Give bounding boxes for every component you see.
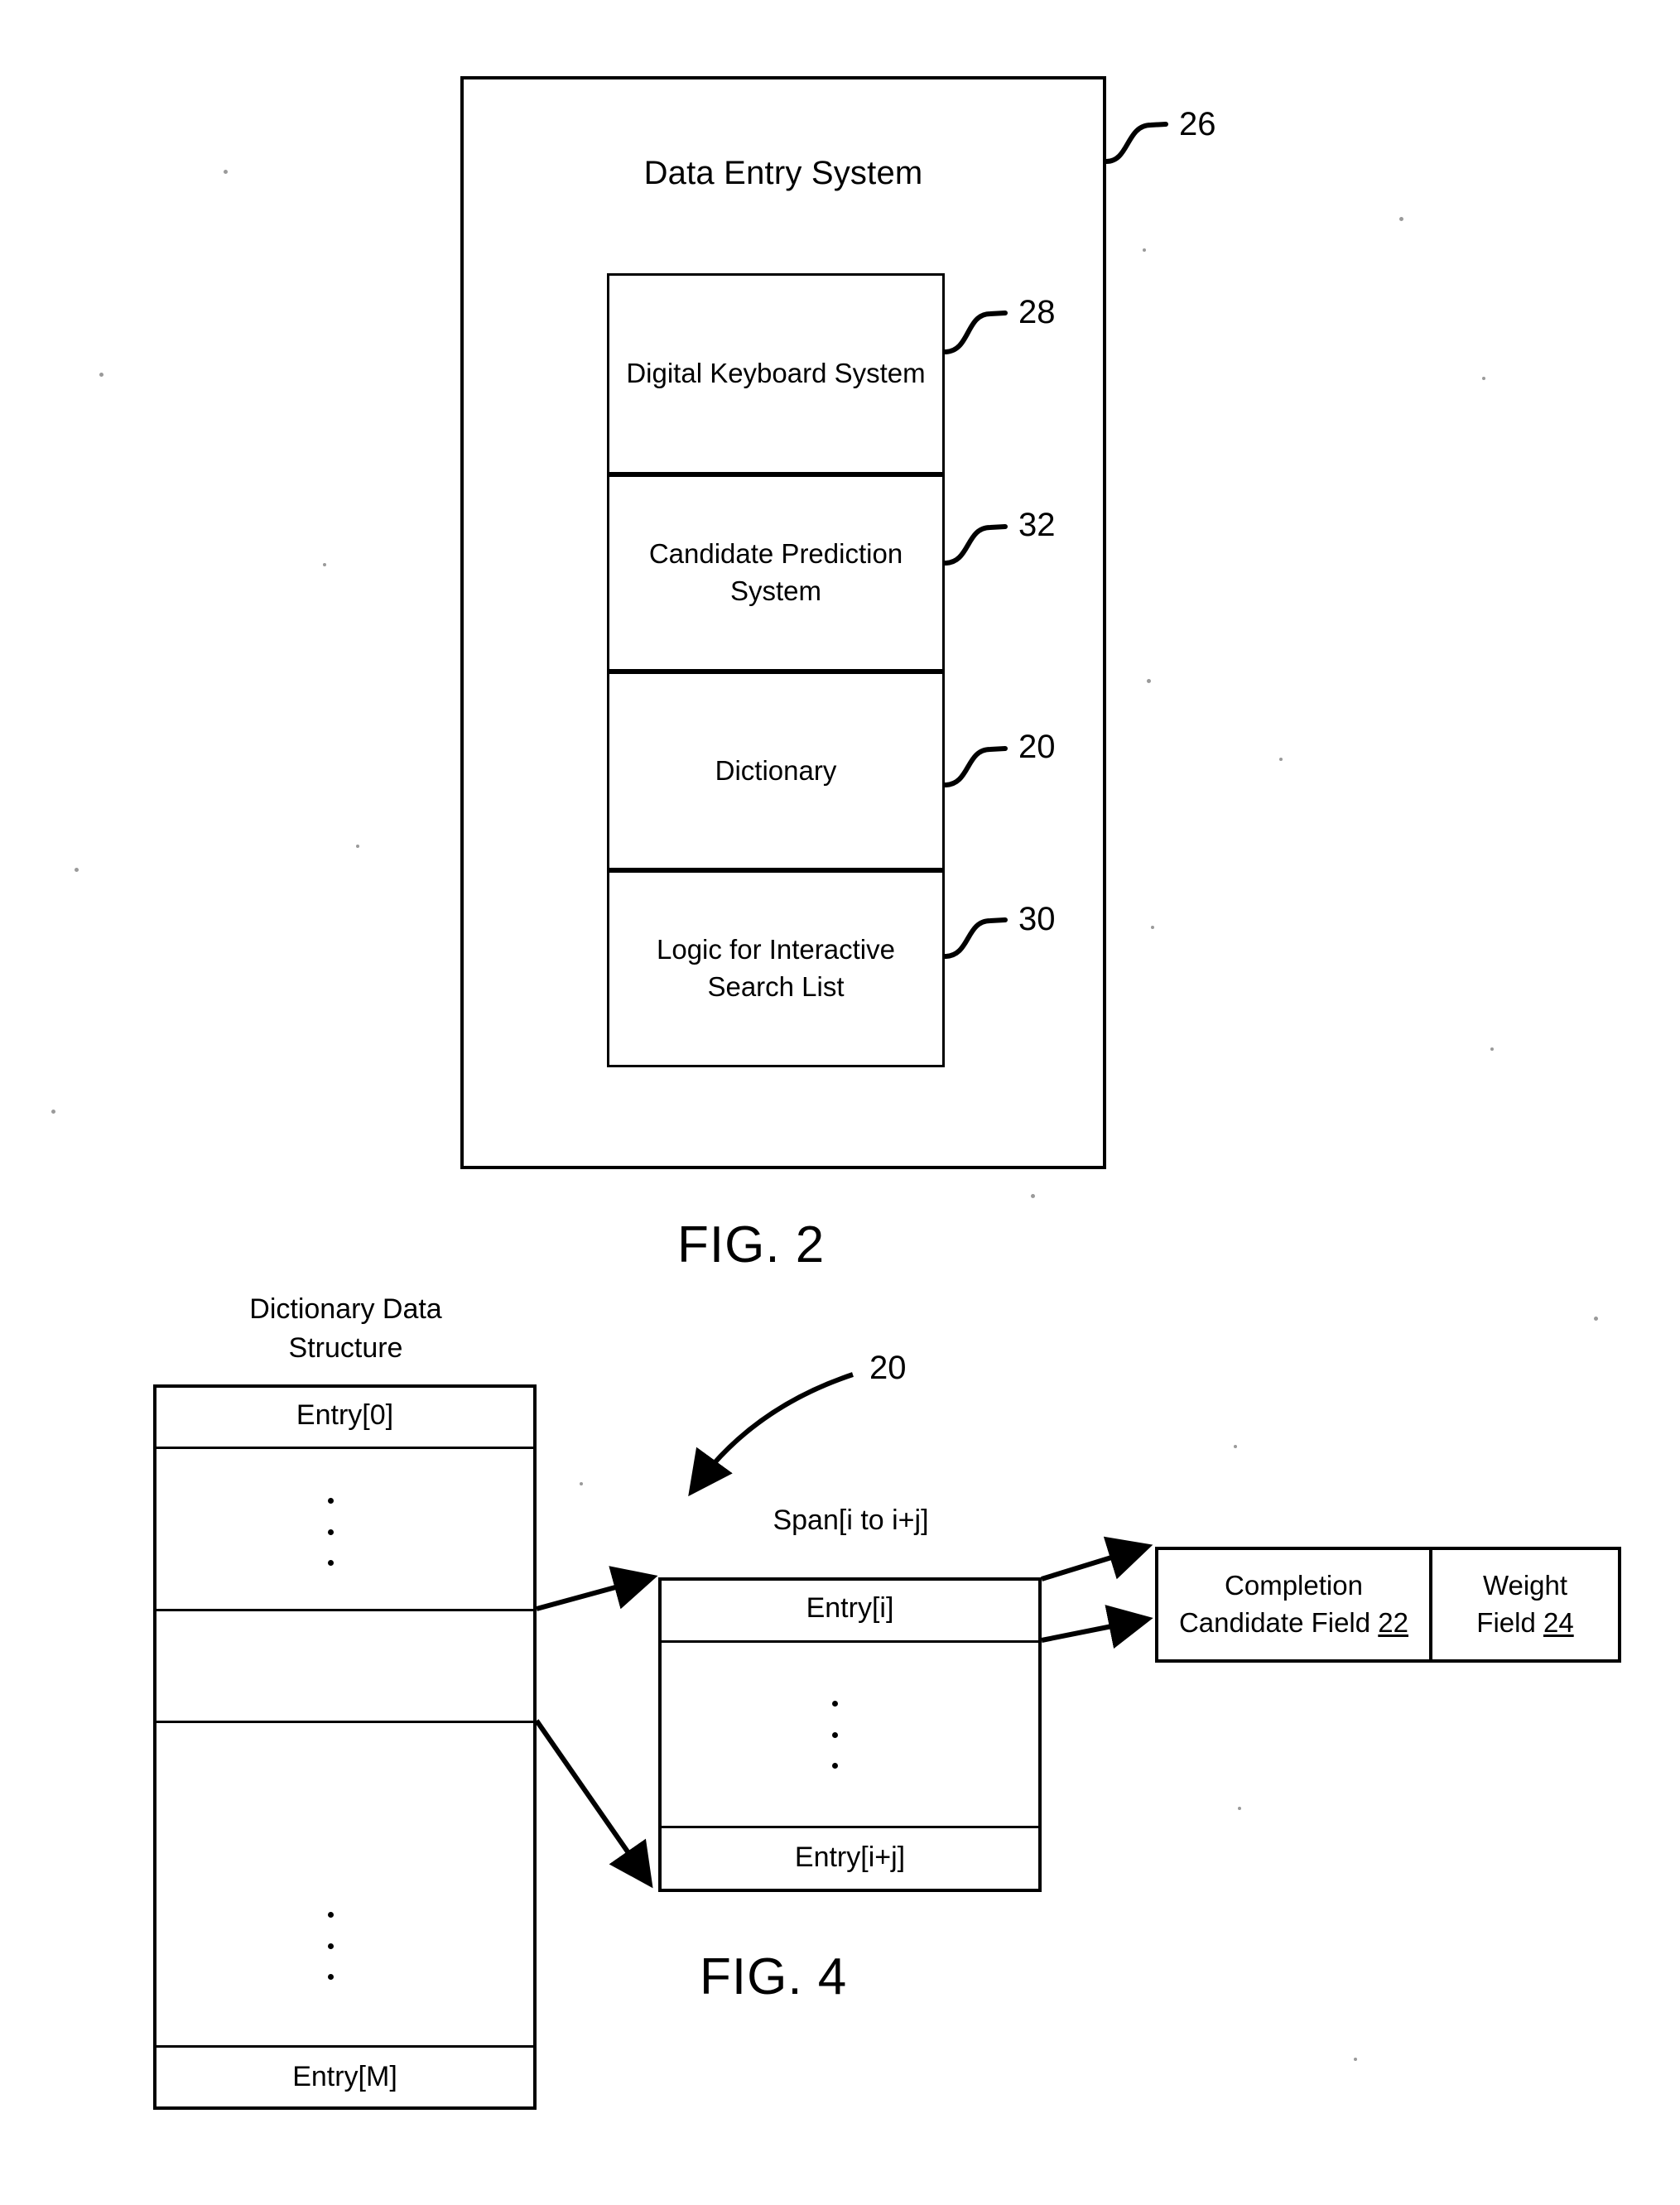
weight-field-line-2: Field 24: [1476, 1605, 1573, 1642]
arrows-span-to-record: [1041, 1536, 1153, 1649]
weight-field: Weight Field 24: [1432, 1548, 1618, 1661]
completion-candidate-line-2: Candidate Field 22: [1179, 1605, 1408, 1642]
completion-candidate-text: Candidate Field: [1178, 1607, 1379, 1638]
weight-field-line-1: Weight: [1482, 1570, 1568, 1601]
completion-candidate-line-1: Completion: [1225, 1570, 1363, 1601]
completion-candidate-ref: 22: [1378, 1607, 1409, 1638]
completion-candidate-field: Completion Candidate Field 22: [1158, 1548, 1429, 1661]
weight-field-text: Field: [1476, 1607, 1543, 1638]
figure-4-caption: FIG. 4: [700, 1948, 848, 2005]
weight-field-ref: 24: [1543, 1607, 1574, 1638]
